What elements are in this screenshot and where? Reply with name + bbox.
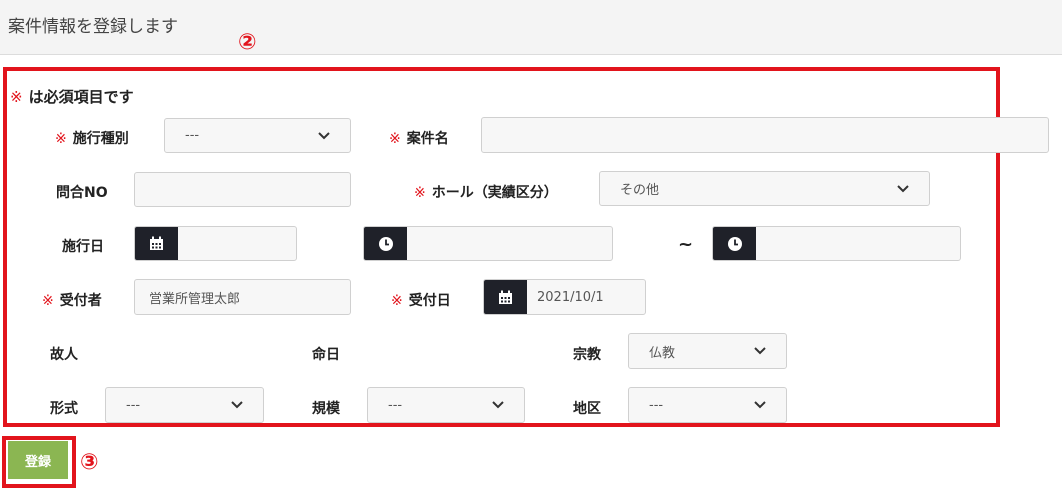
label-construction-date: 施行日 <box>62 239 104 255</box>
chevron-down-icon <box>754 347 766 355</box>
range-separator: ~ <box>678 234 694 255</box>
chevron-down-icon <box>231 401 243 409</box>
label-case-name: ※ 案件名 <box>389 131 449 147</box>
annotation-marker-button: ③ <box>80 450 99 475</box>
label-format: 形式 <box>50 401 78 417</box>
chevron-down-icon <box>318 131 330 140</box>
construction-time-end-group[interactable] <box>712 226 961 261</box>
chevron-down-icon <box>492 401 504 409</box>
label-area: 地区 <box>573 401 601 417</box>
scale-value: --- <box>388 397 403 413</box>
construction-date-group[interactable] <box>134 226 297 261</box>
reception-date-group[interactable]: 2021/10/1 <box>483 279 646 315</box>
area-select[interactable]: --- <box>628 387 787 423</box>
label-religion: 宗教 <box>573 347 601 363</box>
label-hall: ※ ホール（実績区分） <box>414 185 558 201</box>
required-mark: ※ <box>10 88 23 106</box>
annotation-marker-form: ② <box>238 30 257 55</box>
area-value: --- <box>649 397 664 413</box>
construction-time-end-input[interactable] <box>756 227 960 260</box>
construction-date-input[interactable] <box>178 227 296 260</box>
construction-time-start-group[interactable] <box>363 226 613 261</box>
format-value: --- <box>126 397 141 413</box>
clock-icon[interactable] <box>364 227 407 260</box>
hall-value: その他 <box>620 183 660 198</box>
reception-date-input[interactable]: 2021/10/1 <box>527 280 645 314</box>
clock-icon[interactable] <box>713 227 756 260</box>
page-title: 案件情報を登録します <box>8 17 178 37</box>
religion-value: 仏教 <box>649 345 676 361</box>
header-bar: 案件情報を登録します <box>0 0 1062 55</box>
chevron-down-icon <box>897 184 909 193</box>
required-mark: ※ <box>55 131 67 147</box>
required-note: ※ は必須項目です <box>10 88 134 106</box>
register-button[interactable]: 登録 <box>8 441 68 479</box>
label-receiver: ※ 受付者 <box>42 293 102 309</box>
hall-select[interactable]: その他 <box>599 171 930 206</box>
religion-select[interactable]: 仏教 <box>628 333 787 369</box>
format-select[interactable]: --- <box>105 387 264 423</box>
construction-time-start-input[interactable] <box>407 227 612 260</box>
receiver-input[interactable]: 営業所管理太郎 <box>134 279 351 315</box>
calendar-icon[interactable] <box>135 227 178 260</box>
construction-type-value: --- <box>185 128 200 143</box>
inquiry-no-input[interactable] <box>134 172 351 207</box>
label-death-date: 命日 <box>312 347 340 363</box>
required-mark: ※ <box>389 131 401 147</box>
required-mark: ※ <box>414 185 426 201</box>
chevron-down-icon <box>754 401 766 409</box>
scale-select[interactable]: --- <box>367 387 525 423</box>
calendar-icon[interactable] <box>484 280 527 314</box>
required-mark: ※ <box>391 293 403 309</box>
label-scale: 規模 <box>312 401 340 417</box>
label-inquiry-no: 問合NO <box>56 185 108 201</box>
label-deceased: 故人 <box>50 347 78 363</box>
label-construction-type: ※ 施行種別 <box>55 131 129 147</box>
construction-type-select[interactable]: --- <box>164 118 351 153</box>
label-reception-date: ※ 受付日 <box>391 293 451 309</box>
required-mark: ※ <box>42 293 54 309</box>
case-name-input[interactable] <box>481 117 1049 153</box>
